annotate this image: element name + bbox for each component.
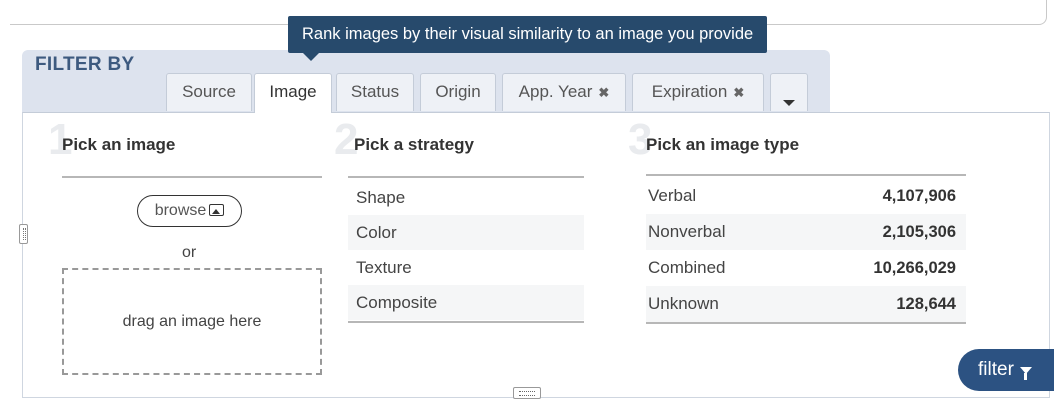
image-type-option-verbal[interactable]: Verbal 4,107,906 — [646, 178, 966, 214]
tab-app-year[interactable]: App. Year ✖ — [502, 73, 626, 111]
resize-handle-bottom[interactable] — [513, 387, 541, 399]
browse-button[interactable]: browse — [137, 195, 242, 227]
tab-image-label: Image — [269, 82, 317, 101]
strategy-option-composite[interactable]: Composite — [348, 285, 584, 320]
tab-origin[interactable]: Origin — [420, 73, 496, 111]
strategy-option-texture[interactable]: Texture — [348, 250, 584, 285]
image-type-label: Verbal — [648, 186, 697, 205]
image-icon — [209, 204, 225, 216]
close-icon[interactable]: ✖ — [733, 85, 744, 100]
or-label: or — [182, 244, 197, 261]
pick-image-type-title: Pick an image type — [646, 135, 800, 154]
strategy-option-color[interactable]: Color — [348, 215, 584, 250]
browse-label: browse — [154, 202, 207, 219]
tab-expiration-label: Expiration — [651, 82, 728, 101]
tab-source[interactable]: Source — [166, 73, 252, 111]
tab-source-label: Source — [182, 82, 236, 101]
divider — [348, 321, 584, 323]
tab-status[interactable]: Status — [336, 73, 414, 111]
resize-handle-left[interactable] — [19, 224, 28, 244]
dropzone-label: drag an image here — [122, 313, 262, 330]
tab-app-year-label: App. Year — [518, 82, 593, 101]
image-type-label: Nonverbal — [648, 222, 726, 241]
image-type-label: Combined — [648, 258, 726, 277]
pick-strategy-title: Pick a strategy — [354, 135, 475, 154]
image-type-option-combined[interactable]: Combined 10,266,029 — [646, 250, 966, 286]
strategy-option-shape[interactable]: Shape — [348, 180, 584, 215]
image-type-option-nonverbal[interactable]: Nonverbal 2,105,306 — [646, 214, 966, 250]
divider — [646, 322, 966, 324]
filter-button-label: filter — [978, 359, 1014, 380]
tab-expiration[interactable]: Expiration ✖ — [632, 73, 764, 111]
tab-origin-label: Origin — [435, 82, 481, 101]
tab-status-label: Status — [350, 82, 400, 101]
tab-image[interactable]: Image — [254, 73, 332, 113]
tooltip-arrow — [303, 53, 319, 61]
divider — [348, 176, 584, 178]
funnel-icon — [1019, 367, 1032, 380]
pick-image-title: Pick an image — [62, 135, 176, 154]
image-type-count: 128,644 — [896, 295, 956, 313]
image-type-count: 2,105,306 — [882, 223, 956, 241]
tab-tooltip: Rank images by their visual similarity t… — [288, 16, 768, 61]
image-dropzone[interactable]: drag an image here — [62, 268, 322, 375]
image-type-count: 4,107,906 — [882, 187, 956, 205]
image-type-label: Unknown — [648, 294, 719, 313]
tooltip-text: Rank images by their visual similarity t… — [302, 25, 754, 43]
image-type-count: 10,266,029 — [873, 259, 956, 277]
divider — [646, 174, 966, 176]
more-tabs-button[interactable] — [770, 73, 808, 111]
filter-by-title: FILTER BY — [35, 54, 135, 75]
filter-button[interactable]: filter — [958, 349, 1054, 391]
image-type-option-unknown[interactable]: Unknown 128,644 — [646, 286, 966, 322]
chevron-down-icon — [783, 100, 795, 106]
close-icon[interactable]: ✖ — [598, 85, 609, 100]
divider — [62, 176, 322, 178]
